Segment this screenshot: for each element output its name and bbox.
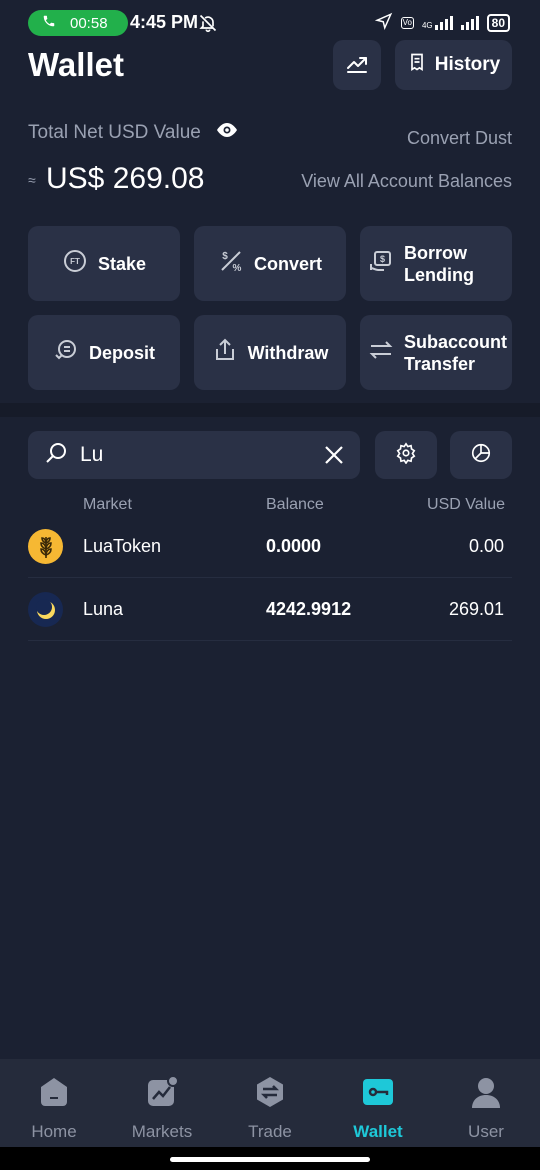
nav-label-home: Home [31, 1122, 77, 1141]
home-icon [37, 1075, 71, 1114]
view-all-balances-link[interactable]: View All Account Balances [301, 171, 512, 192]
deposit-label: Deposit [88, 342, 155, 363]
table-row[interactable]: LuaToken 0.0000 0.00 [28, 516, 512, 578]
market-balance: 4242.9912 [266, 599, 352, 619]
search-input[interactable] [80, 443, 300, 467]
user-icon [469, 1075, 503, 1114]
trade-icon [253, 1075, 287, 1114]
deposit-icon [53, 337, 79, 368]
convert-button[interactable]: $% Convert [194, 226, 346, 301]
ongoing-call-pill[interactable]: 00:58 [28, 10, 128, 36]
signal-icon-2 [460, 15, 479, 30]
history-label: History [434, 54, 501, 75]
convert-label: Convert [253, 253, 322, 274]
gear-icon [395, 441, 417, 469]
eye-icon[interactable] [215, 121, 239, 145]
column-header-balance: Balance [266, 496, 324, 513]
nav-label-wallet: Wallet [353, 1122, 403, 1141]
nav-item-trade[interactable]: Trade [216, 1059, 324, 1147]
status-bar: 00:58 4:45 PM Vo 4G 80 [0, 0, 540, 44]
withdraw-button[interactable]: Withdraw [194, 315, 346, 390]
search-icon [44, 441, 68, 470]
total-value: US$ 269.08 [46, 162, 205, 195]
stake-label: Stake [97, 253, 147, 274]
svg-text:$: $ [380, 254, 385, 264]
search-box[interactable] [28, 431, 360, 479]
subaccount-transfer-label: Subaccount Transfer [404, 331, 508, 374]
total-value-label: Total Net USD Value [28, 122, 201, 143]
borrow-lending-label: Borrow Lending [404, 242, 474, 285]
svg-text:FT: FT [70, 257, 80, 266]
stake-icon: FT [62, 248, 88, 279]
nav-item-wallet[interactable]: Wallet [324, 1059, 432, 1147]
status-time: 4:45 PM [130, 12, 199, 32]
market-balance: 0.0000 [266, 536, 322, 556]
nav-item-home[interactable]: Home [0, 1059, 108, 1147]
clear-search-icon[interactable] [322, 443, 346, 472]
location-icon [374, 12, 393, 33]
receipt-icon [407, 51, 427, 79]
table-row[interactable]: Luna 4242.9912 269.01 [28, 579, 512, 641]
bottom-nav: Home Markets Trade Wallet User [0, 1059, 540, 1147]
nav-item-markets[interactable]: Markets [108, 1059, 216, 1147]
status-icons: Vo 4G 80 [374, 12, 510, 33]
home-gesture-bar[interactable] [170, 1157, 370, 1162]
total-value-label-group: Total Net USD Value [28, 121, 239, 145]
volte-icon: Vo [400, 16, 414, 29]
pnl-chart-button[interactable] [333, 40, 381, 90]
borrow-lending-button[interactable]: $ Borrow Lending [360, 226, 512, 301]
trend-chart-icon [345, 51, 369, 80]
column-header-market: Market [83, 496, 132, 513]
pie-chart-icon [470, 442, 492, 469]
column-header-usd-value: USD Value [427, 496, 505, 513]
settings-button[interactable] [375, 431, 437, 479]
phone-icon [42, 14, 56, 32]
convert-dust-link[interactable]: Convert Dust [407, 128, 512, 149]
approx-symbol: ≈ [28, 172, 36, 188]
svg-text:$: $ [222, 251, 228, 262]
nav-label-trade: Trade [248, 1122, 292, 1141]
nav-label-markets: Markets [131, 1122, 193, 1141]
stake-button[interactable]: FT Stake [28, 226, 180, 301]
subaccount-transfer-button[interactable]: Subaccount Transfer [360, 315, 512, 390]
alarm-off-icon [198, 13, 218, 38]
luna-logo-icon [28, 592, 63, 627]
battery-icon: 80 [486, 13, 510, 32]
section-divider [0, 403, 540, 417]
market-usd-value: 269.01 [448, 599, 504, 619]
transfer-arrows-icon [368, 337, 394, 368]
nav-item-user[interactable]: User [432, 1059, 540, 1147]
network-type: 4G [421, 20, 433, 30]
nav-label-user: User [468, 1122, 504, 1141]
borrow-lending-icon: $ [368, 248, 394, 279]
market-name: LuaToken [83, 536, 162, 556]
convert-icon: $% [218, 248, 244, 279]
page-title: Wallet [28, 46, 124, 83]
portfolio-chart-button[interactable] [450, 431, 512, 479]
signal-icon: 4G [421, 15, 453, 30]
history-button[interactable]: History [395, 40, 512, 90]
deposit-button[interactable]: Deposit [28, 315, 180, 390]
market-name: Luna [83, 599, 124, 619]
upload-icon [212, 337, 238, 368]
markets-icon [145, 1075, 179, 1114]
withdraw-label: Withdraw [247, 342, 329, 363]
wallet-icon [361, 1075, 395, 1114]
svg-text:%: % [233, 263, 242, 274]
luatoken-logo-icon [28, 529, 63, 564]
market-usd-value: 0.00 [468, 536, 504, 556]
call-timer: 00:58 [70, 14, 108, 32]
